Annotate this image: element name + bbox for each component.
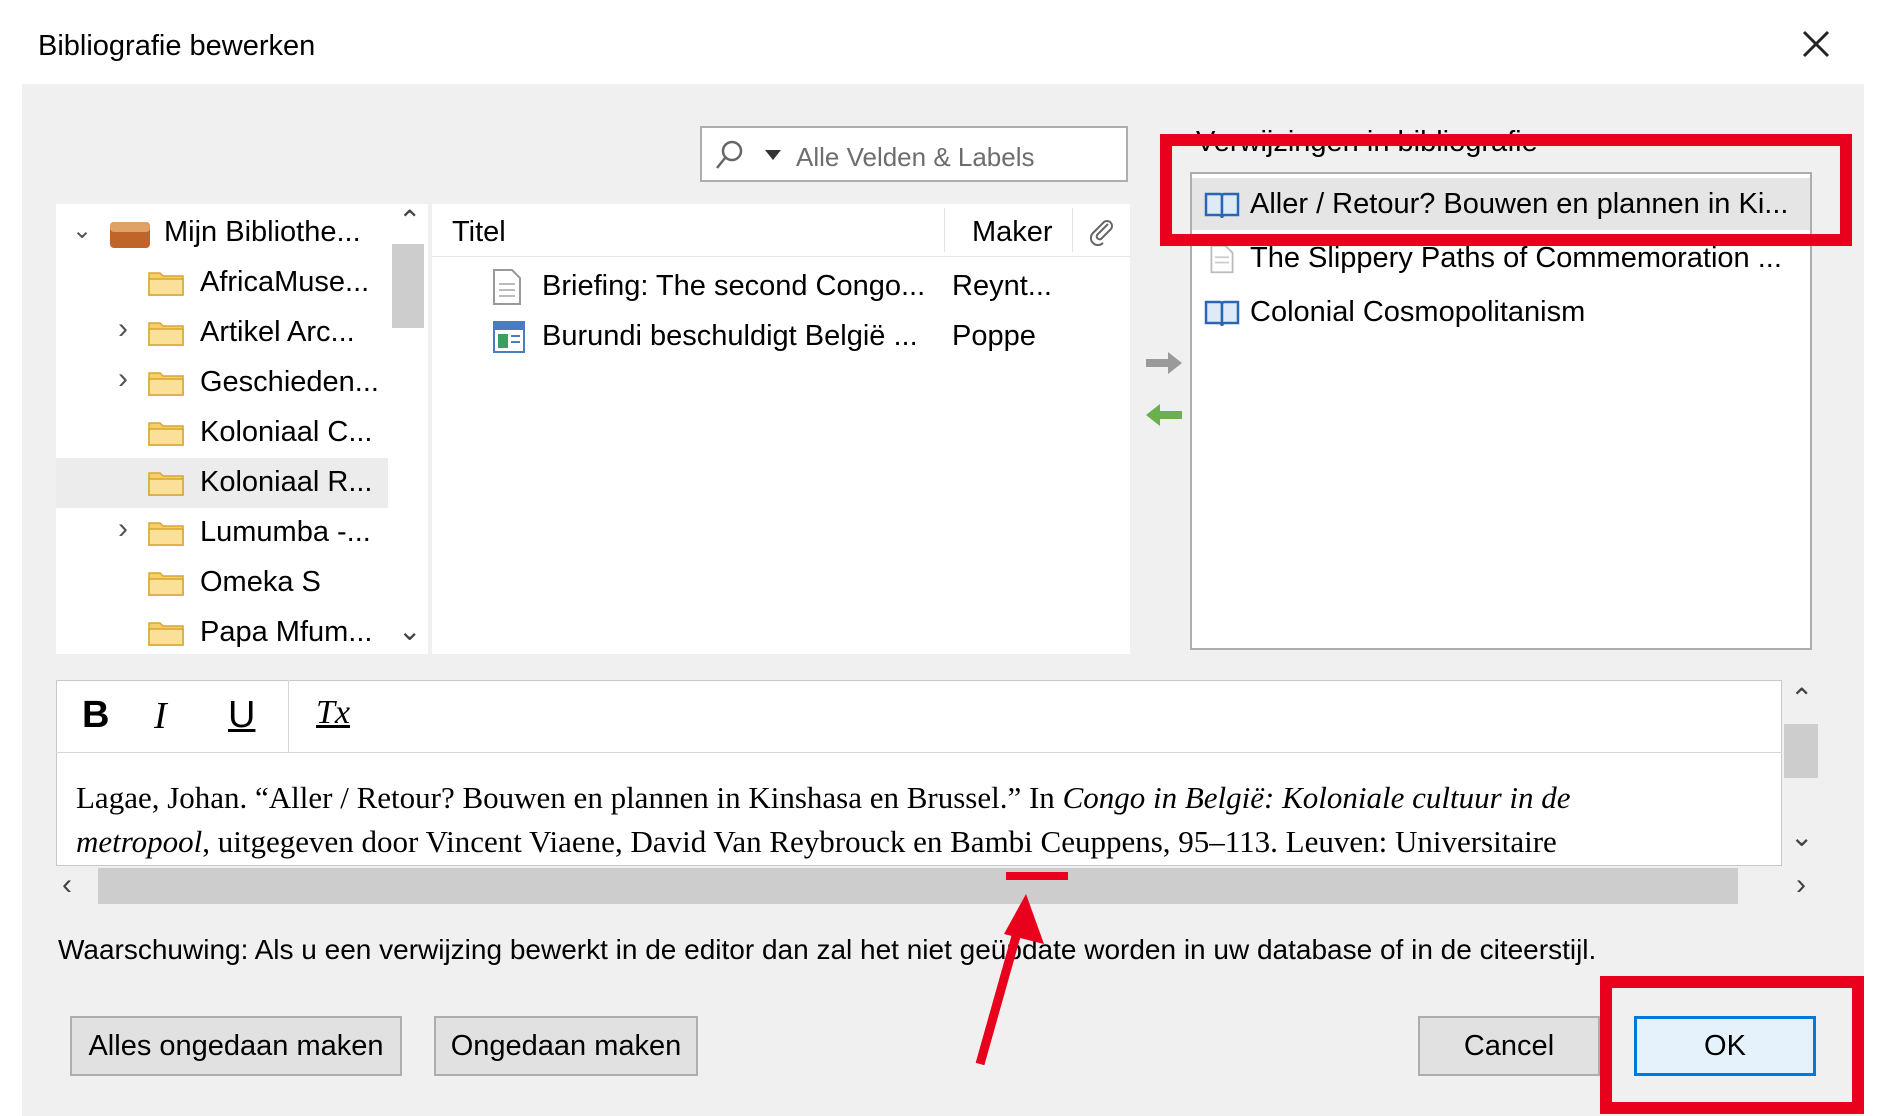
editor-scrollbar[interactable]: ⌃ ⌄ bbox=[1782, 680, 1820, 866]
italic-button[interactable]: I bbox=[154, 694, 167, 738]
citation-text-part: , uitgegeven door Vincent Viaene, David … bbox=[202, 824, 1557, 859]
tree-item-collection[interactable]: › Lumumba -... bbox=[56, 508, 388, 558]
tree-item-label: Koloniaal R... bbox=[200, 466, 373, 498]
folder-icon bbox=[148, 422, 184, 446]
item-creator: Reynt... bbox=[952, 270, 1052, 302]
tree-root-label: Mijn Bibliothe... bbox=[164, 216, 361, 248]
tree-root-my-library[interactable]: ⌄ Mijn Bibliothe... bbox=[56, 208, 388, 258]
citation-line: Lagae, Johan. “Aller / Retour? Bouwen en… bbox=[76, 776, 1776, 820]
citation-text-italic: metropool bbox=[76, 824, 203, 859]
scrollbar-thumb[interactable] bbox=[392, 244, 424, 328]
revert-button[interactable]: Ongedaan maken bbox=[434, 1016, 698, 1076]
annotation-highlight-box bbox=[1160, 134, 1852, 246]
item-title: Burundi beschuldigt België ... bbox=[542, 320, 918, 352]
chevron-right-icon[interactable]: › bbox=[118, 362, 128, 396]
items-table-header: Titel Maker bbox=[432, 204, 1130, 257]
revert-all-button[interactable]: Alles ongedaan maken bbox=[70, 1016, 402, 1076]
add-to-bibliography-arrow-icon[interactable] bbox=[1144, 348, 1184, 378]
column-divider bbox=[1072, 208, 1073, 252]
document-icon bbox=[493, 269, 521, 305]
search-mode-dropdown-icon[interactable] bbox=[764, 148, 782, 162]
cancel-button[interactable]: Cancel bbox=[1418, 1016, 1600, 1076]
folder-icon bbox=[148, 622, 184, 646]
folder-icon bbox=[148, 372, 184, 396]
editor-toolbar: B I U Tx bbox=[56, 680, 1782, 753]
tree-item-collection[interactable]: › Geschieden... bbox=[56, 358, 388, 408]
item-creator: Poppe bbox=[952, 320, 1036, 352]
column-divider bbox=[944, 208, 945, 252]
citation-text-italic: Congo in België: Koloniale cultuur in de bbox=[1062, 780, 1571, 815]
tree-item-label: Lumumba -... bbox=[200, 516, 371, 548]
horizontal-scrollbar-thumb[interactable] bbox=[98, 868, 1738, 904]
collection-tree[interactable]: ⌄ Mijn Bibliothe... AfricaMuse... › Artike… bbox=[56, 204, 428, 654]
tree-item-collection[interactable]: Koloniaal C... bbox=[56, 408, 388, 458]
tree-item-collection[interactable]: › Artikel Arc... bbox=[56, 308, 388, 358]
scroll-up-icon[interactable]: ⌃ bbox=[1790, 682, 1813, 715]
tree-item-collection[interactable]: Koloniaal R... bbox=[56, 458, 388, 508]
chevron-down-icon[interactable]: ⌄ bbox=[72, 216, 92, 245]
bibliography-item-title: The Slippery Paths of Commemoration ... bbox=[1250, 242, 1782, 274]
search-input[interactable]: Alle Velden & Labels bbox=[700, 126, 1128, 182]
folder-icon bbox=[148, 572, 184, 596]
item-title: Briefing: The second Congo... bbox=[542, 270, 926, 302]
citation-text[interactable]: Lagae, Johan. “Aller / Retour? Bouwen en… bbox=[76, 776, 1776, 864]
folder-icon bbox=[148, 472, 184, 496]
tree-item-collection[interactable]: Papa Mfum... bbox=[56, 608, 388, 654]
folder-icon bbox=[148, 322, 184, 346]
scroll-down-icon[interactable]: ⌄ bbox=[1790, 820, 1813, 853]
tree-item-label: Koloniaal C... bbox=[200, 416, 373, 448]
column-creator[interactable]: Maker bbox=[972, 216, 1053, 249]
tree-item-label: Papa Mfum... bbox=[200, 616, 373, 648]
chevron-right-icon[interactable]: › bbox=[118, 512, 128, 546]
bibliography-item-title: Colonial Cosmopolitanism bbox=[1250, 296, 1586, 328]
annotation-highlight-box bbox=[1600, 976, 1864, 1114]
clear-formatting-button[interactable]: Tx bbox=[316, 694, 350, 732]
annotation-arrow-icon bbox=[975, 872, 1068, 1066]
library-icon bbox=[110, 222, 150, 248]
underline-button[interactable]: U bbox=[228, 694, 255, 737]
tree-item-label: AfricaMuse... bbox=[200, 266, 370, 298]
folder-icon bbox=[148, 522, 184, 546]
tree-scrollbar[interactable]: ⌃ ⌄ bbox=[390, 204, 428, 654]
attachment-icon bbox=[1089, 220, 1113, 246]
bold-button[interactable]: B bbox=[82, 694, 109, 737]
dialog-title: Bibliografie bewerken bbox=[38, 30, 316, 62]
scroll-left-icon[interactable]: ‹ bbox=[62, 868, 72, 902]
newspaper-icon bbox=[493, 321, 525, 353]
tree-item-label: Geschieden... bbox=[200, 366, 379, 398]
tree-item-label: Artikel Arc... bbox=[200, 316, 355, 348]
toolbar-divider bbox=[288, 680, 289, 752]
bibliography-item[interactable]: Colonial Cosmopolitanism bbox=[1192, 286, 1810, 338]
citation-line: metropool, uitgegeven door Vincent Viaen… bbox=[76, 820, 1776, 864]
search-placeholder: Alle Velden & Labels bbox=[796, 142, 1035, 172]
citation-text-part: Lagae, Johan. “Aller / Retour? Bouwen en… bbox=[76, 780, 1063, 815]
scrollbar-thumb[interactable] bbox=[1784, 724, 1818, 778]
search-icon bbox=[716, 140, 743, 169]
remove-from-bibliography-arrow-icon[interactable] bbox=[1144, 400, 1184, 430]
tree-item-collection[interactable]: Omeka S bbox=[56, 558, 388, 608]
document-icon bbox=[1210, 244, 1234, 274]
warning-text: Waarschuwing: Als u een verwijzing bewer… bbox=[58, 934, 1597, 965]
close-icon[interactable] bbox=[1798, 26, 1834, 62]
folder-icon bbox=[148, 272, 184, 296]
chevron-right-icon[interactable]: › bbox=[118, 312, 128, 346]
item-row[interactable]: Briefing: The second Congo... Reynt... bbox=[432, 262, 1130, 312]
item-row[interactable]: Burundi beschuldigt België ... Poppe bbox=[432, 312, 1130, 362]
book-icon bbox=[1204, 300, 1240, 327]
scroll-up-icon[interactable]: ⌃ bbox=[398, 204, 421, 237]
tree-item-collection[interactable]: AfricaMuse... bbox=[56, 258, 388, 308]
column-title[interactable]: Titel bbox=[452, 216, 506, 249]
tree-item-label: Omeka S bbox=[200, 566, 321, 598]
scroll-right-icon[interactable]: › bbox=[1796, 868, 1806, 902]
scroll-down-icon[interactable]: ⌄ bbox=[398, 614, 421, 647]
